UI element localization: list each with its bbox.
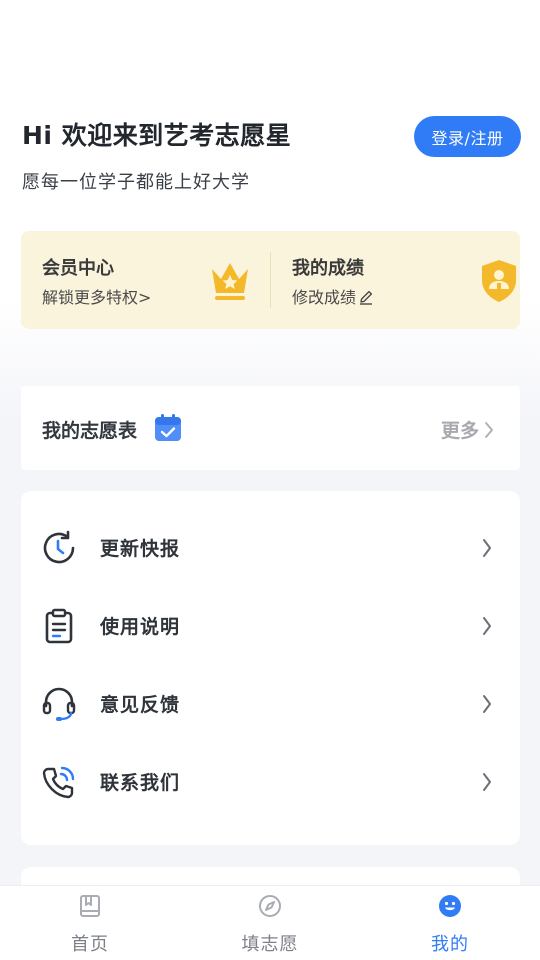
profile-page: Hi 欢迎来到艺考志愿星 愿每一位学子都能上好大学 登录/注册 会员中心 解锁更… — [0, 0, 540, 960]
menu-item-update-news[interactable]: 更新快报 — [21, 509, 520, 587]
my-scores-subtitle-text: 修改成绩 — [292, 288, 357, 307]
menu-list: 更新快报 使用说明 意见反馈 联系我们 — [21, 491, 520, 845]
crown-icon — [212, 263, 248, 300]
member-center-subtitle: 解锁更多特权> — [42, 288, 152, 307]
tab-home[interactable]: 首页 — [0, 886, 180, 960]
tab-label: 填志愿 — [241, 934, 299, 955]
tab-mine[interactable]: 我的 — [360, 886, 540, 960]
more-label: 更多 — [440, 420, 479, 442]
my-scores-title: 我的成绩 — [292, 258, 364, 279]
smile-face-icon — [439, 895, 461, 917]
book-icon — [80, 895, 100, 917]
menu-item-label: 使用说明 — [100, 616, 181, 638]
my-scores-subtitle: 修改成绩 — [292, 284, 374, 308]
headset-icon — [42, 687, 76, 721]
member-center-entry[interactable]: 会员中心 解锁更多特权> — [21, 231, 270, 329]
chevron-right-icon — [483, 539, 491, 557]
chevron-right-icon — [485, 421, 493, 438]
shield-user-icon — [482, 260, 516, 302]
menu-item-label: 联系我们 — [100, 772, 181, 794]
pencil-icon — [360, 290, 373, 305]
tab-label: 首页 — [71, 934, 109, 955]
calendar-check-icon — [155, 414, 181, 441]
tab-fill-volunteer[interactable]: 填志愿 — [180, 886, 360, 960]
chevron-right-icon — [483, 617, 491, 635]
compass-icon — [259, 895, 281, 917]
login-register-button[interactable]: 登录/注册 — [414, 116, 521, 157]
menu-item-instructions[interactable]: 使用说明 — [21, 587, 520, 665]
bottom-tab-bar: 首页 填志愿 我的 — [0, 885, 540, 960]
my-scores-entry[interactable]: 我的成绩 修改成绩 — [271, 231, 520, 329]
clipboard-icon — [45, 608, 73, 644]
menu-item-label: 更新快报 — [100, 538, 181, 560]
volunteer-table-title: 我的志愿表 — [42, 420, 138, 442]
chevron-right-icon — [483, 695, 491, 713]
member-center-title: 会员中心 — [42, 258, 114, 279]
more-link[interactable]: 更多 — [441, 416, 494, 443]
menu-item-contact-us[interactable]: 联系我们 — [21, 743, 520, 821]
chevron-right-icon — [483, 773, 491, 791]
menu-item-label: 意见反馈 — [100, 694, 181, 716]
my-volunteer-table-card[interactable]: 我的志愿表 更多 — [21, 386, 520, 470]
menu-item-feedback[interactable]: 意见反馈 — [21, 665, 520, 743]
tab-label: 我的 — [431, 934, 469, 955]
phone-call-icon — [42, 766, 75, 799]
greeting-title: Hi 欢迎来到艺考志愿星 — [22, 121, 292, 150]
clock-refresh-icon — [43, 530, 75, 564]
member-card: 会员中心 解锁更多特权> 我的成绩 修改成绩 — [21, 231, 520, 329]
greeting-subtitle: 愿每一位学子都能上好大学 — [22, 172, 250, 193]
